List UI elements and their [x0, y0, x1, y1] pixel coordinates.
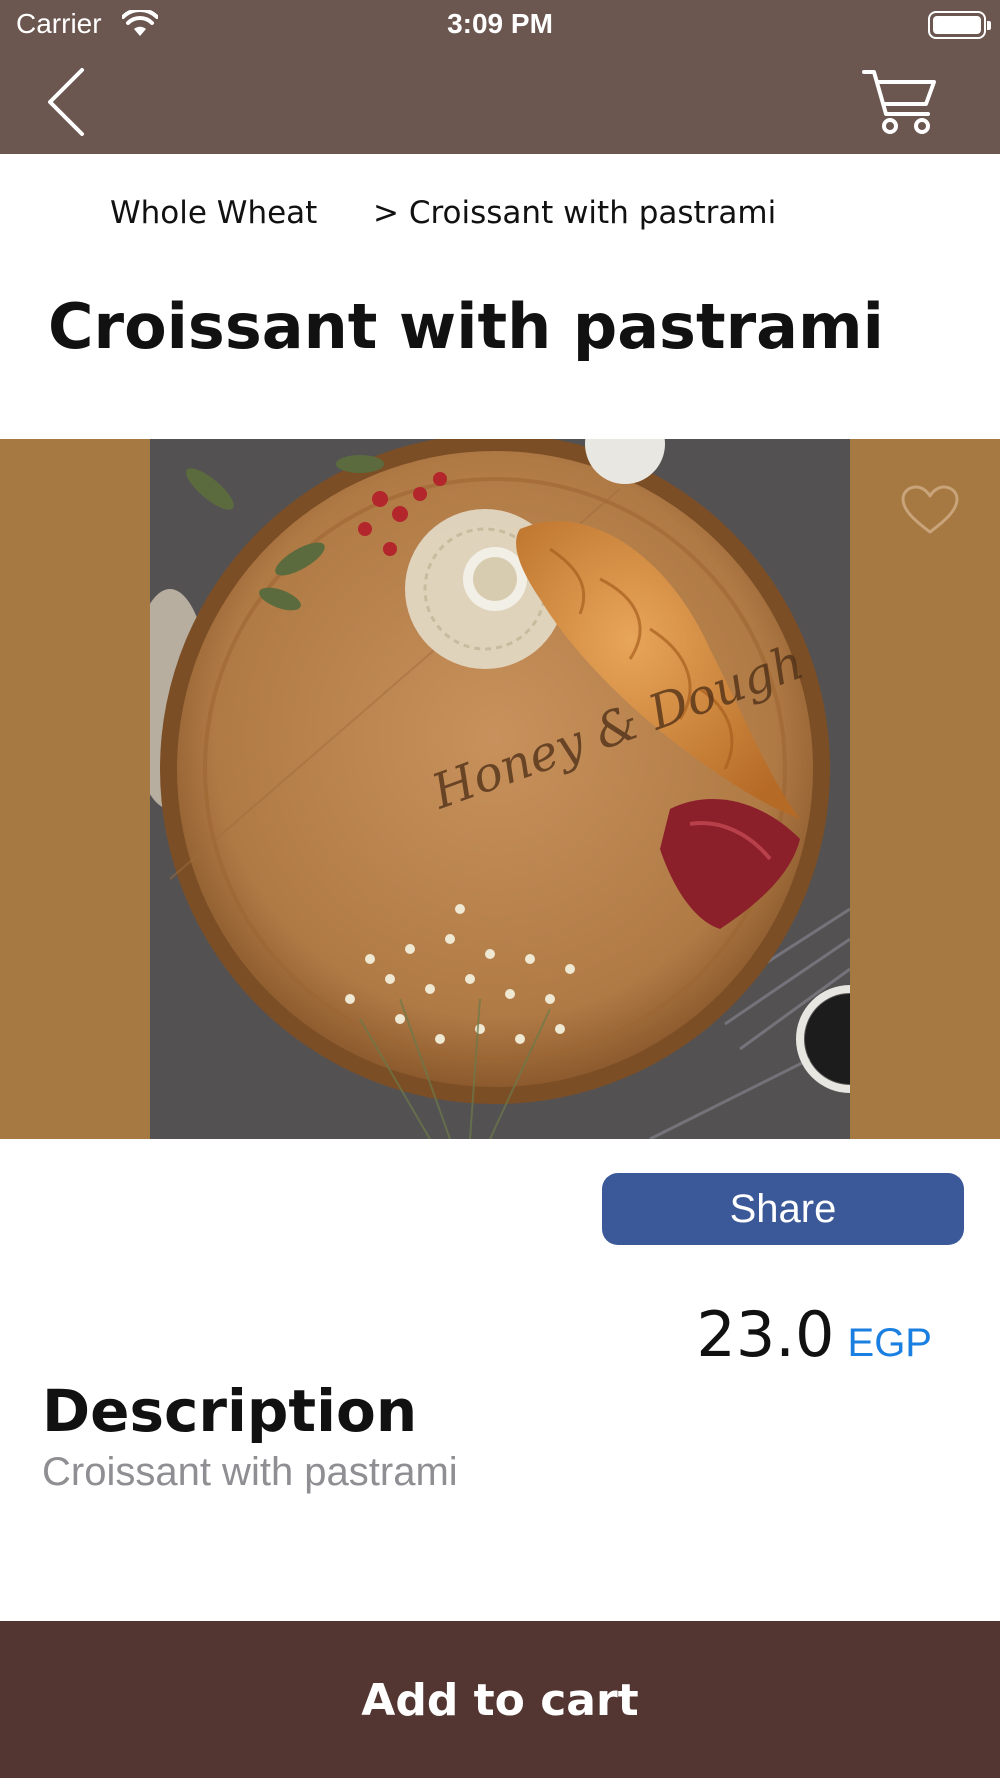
navigation-bar — [0, 50, 1000, 154]
status-bar: Carrier 3:09 PM — [0, 0, 1000, 50]
favorite-button[interactable] — [900, 484, 960, 536]
heart-outline-icon — [901, 485, 959, 534]
product-image-area: Honey & Dough — [0, 439, 1000, 1139]
chevron-left-icon — [48, 68, 84, 136]
breadcrumb-current-item: > Croissant with pastrami — [373, 195, 777, 231]
battery-icon — [928, 11, 991, 39]
product-title: Croissant with pastrami — [48, 290, 884, 363]
back-button[interactable] — [40, 66, 100, 138]
description-heading: Description — [42, 1377, 418, 1445]
price: 23.0 EGP — [696, 1298, 932, 1371]
product-photo: Honey & Dough — [150, 439, 850, 1139]
breadcrumb: Whole Wheat > Croissant with pastrami — [0, 195, 1000, 245]
clock-time: 3:09 PM — [447, 8, 553, 39]
price-value: 23.0 — [696, 1298, 835, 1371]
description-text: Croissant with pastrami — [42, 1450, 458, 1494]
shopping-cart-icon — [862, 70, 936, 134]
price-currency: EGP — [847, 1321, 932, 1365]
cart-button[interactable] — [860, 66, 938, 138]
add-to-cart-button[interactable]: Add to cart — [0, 1621, 1000, 1778]
breadcrumb-category-link[interactable]: Whole Wheat — [110, 195, 317, 231]
share-button[interactable]: Share — [602, 1173, 964, 1245]
